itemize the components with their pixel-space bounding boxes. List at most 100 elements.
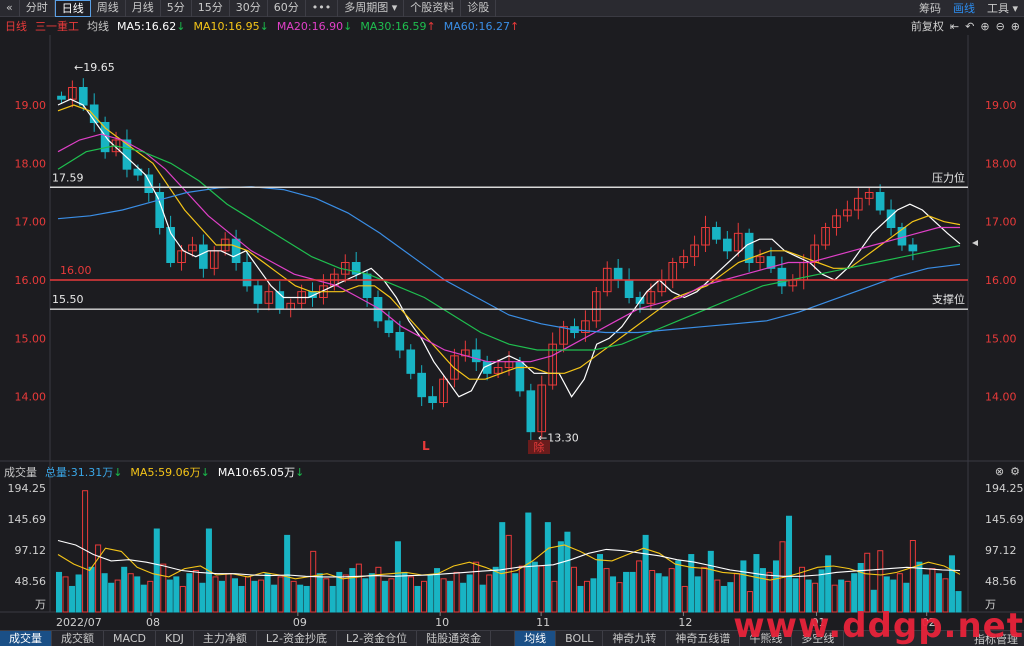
volume-bar [245, 576, 252, 613]
volume-bar [394, 541, 401, 613]
price-tick-right-3: 16.00 [985, 274, 1017, 287]
close-icon[interactable]: ⊗ [995, 465, 1004, 478]
volume-bar [564, 531, 571, 613]
candle-body [57, 95, 66, 100]
volume-bar [694, 576, 701, 613]
price-tick-left-1: 18.00 [15, 157, 47, 170]
volume-ma10-arrow: ↓ [295, 465, 305, 479]
volume-bar [186, 573, 193, 613]
volume-bar [173, 576, 180, 613]
volume-bar [499, 522, 506, 613]
volume-bar [355, 563, 362, 613]
candle-body [613, 267, 623, 281]
volume-tick-left-3: 48.56 [15, 575, 47, 588]
volume-bar [368, 573, 375, 613]
price-tick-right-1: 18.00 [985, 157, 1017, 170]
volume-bar [786, 515, 793, 613]
volume-bar [583, 580, 590, 613]
price-tick-left-5: 14.00 [15, 391, 47, 404]
candle-body [417, 372, 426, 398]
indicator-tab-4[interactable]: 主力净额 [194, 630, 257, 646]
volume-bar [486, 574, 493, 613]
volume-bar [62, 576, 69, 613]
volume-bar [75, 574, 82, 613]
volume-bar [212, 576, 219, 613]
candle-body [526, 390, 536, 433]
volume-bar [447, 580, 454, 613]
volume-bar [740, 560, 747, 613]
volume-bar [577, 585, 584, 613]
current-price-pointer [972, 240, 978, 246]
price-tick-left-0: 19.00 [15, 99, 47, 112]
volume-legend-bar: 成交量 总量:31.31万↓ MA5:59.06万↓ MA10:65.05万↓ ⊗ ⚙ [0, 463, 1024, 480]
x-label-0: 2022/07 [56, 616, 102, 629]
volume-bar [134, 576, 141, 613]
level-label-right-0: 压力位 [932, 170, 965, 184]
volume-tick-right-2: 97.12 [985, 544, 1017, 557]
volume-bar [284, 534, 291, 613]
volume-tick-right-0: 194.25 [985, 482, 1024, 495]
volume-ma10-value: MA10:65.05万 [217, 465, 296, 479]
price-tick-left-3: 16.00 [15, 274, 47, 287]
overlay-tab-2[interactable]: 神奇九转 [603, 630, 667, 646]
volume-bar [225, 573, 232, 613]
ex-dividend-marker: 除 [534, 440, 545, 454]
volume-bar [218, 580, 225, 613]
volume-ma5-arrow: ↓ [200, 465, 210, 479]
overlay-tab-1[interactable]: BOLL [556, 630, 604, 646]
event-marker-l: L [422, 439, 430, 453]
volume-bar [720, 585, 727, 613]
volume-ma5-value: MA5:59.06万 [130, 465, 201, 479]
volume-bar [362, 578, 369, 613]
volume-bar [316, 573, 323, 613]
site-watermark: www.ddgp.net [733, 606, 1024, 646]
volume-bar [864, 552, 871, 613]
volume-bar [531, 561, 538, 613]
volume-bar [909, 540, 916, 613]
chart-canvas: 19.00 19.00 18.00 18.00 17.00 17.00 16.00 16.00… [0, 35, 1024, 629]
candle-body [395, 332, 405, 351]
volume-bar [127, 573, 134, 613]
volume-ma10: MA10:65.05万↓ [218, 464, 304, 480]
tab-separator [491, 630, 516, 646]
volume-bar [101, 573, 108, 613]
ma-line-ma10 [57, 104, 961, 380]
candle-body [624, 279, 634, 298]
volume-bar [264, 573, 271, 613]
indicator-tab-5[interactable]: L2-资金抄底 [257, 630, 338, 646]
volume-bar [453, 571, 460, 613]
volume-bar [610, 576, 617, 613]
candle-body [722, 238, 732, 252]
gear-icon[interactable]: ⚙ [1010, 465, 1020, 478]
volume-bar [460, 582, 467, 613]
ma-line-ma20 [57, 133, 960, 363]
volume-bar [551, 580, 558, 613]
volume-total: 总量:31.31万↓ [45, 464, 122, 480]
volume-bar [557, 541, 564, 613]
overlay-tab-0[interactable]: 均线 [515, 630, 557, 646]
volume-tick-left-1: 145.69 [8, 513, 47, 526]
volume-bar [121, 566, 128, 613]
volume-bar [407, 576, 414, 613]
candle-body [384, 320, 394, 334]
candle-body [253, 285, 263, 304]
volume-bar [421, 580, 428, 613]
volume-bar [688, 554, 695, 613]
candle-body [144, 174, 154, 193]
indicator-tab-0[interactable]: 成交量 [0, 630, 52, 646]
indicator-tab-2[interactable]: MACD [104, 630, 156, 646]
volume-bar [69, 585, 76, 613]
indicator-tab-6[interactable]: L2-资金仓位 [337, 630, 418, 646]
volume-bar [258, 579, 265, 613]
candle-body [428, 396, 437, 403]
price-tick-right-4: 15.00 [985, 332, 1017, 345]
volume-bar [877, 550, 884, 613]
indicator-tab-7[interactable]: 陆股通资金 [417, 630, 492, 646]
price-tick-left-2: 17.00 [15, 216, 47, 229]
volume-bar [538, 565, 545, 613]
volume-bar [342, 574, 349, 613]
indicator-tab-3[interactable]: KDJ [156, 630, 194, 646]
overlay-tab-3[interactable]: 神奇五线谱 [666, 630, 741, 646]
volume-bar [570, 566, 577, 613]
indicator-tab-1[interactable]: 成交额 [52, 630, 104, 646]
